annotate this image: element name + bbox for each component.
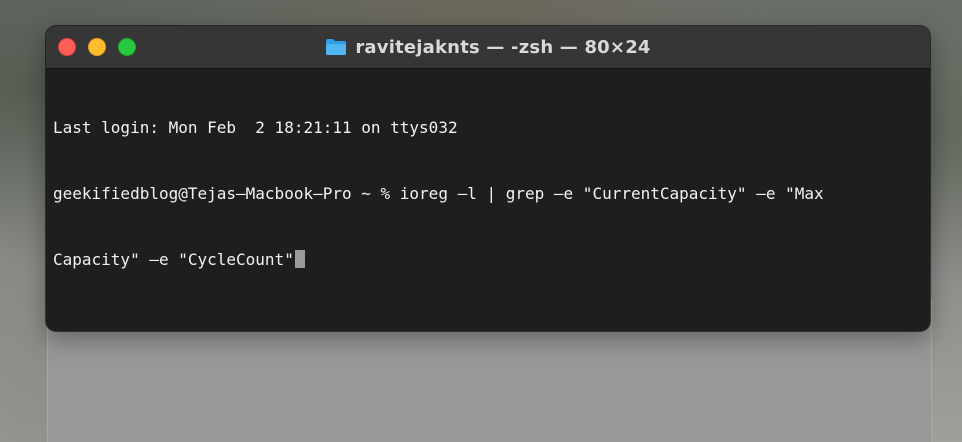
minimize-button[interactable] <box>88 38 106 56</box>
window-title: ravitejaknts — -zsh — 80×24 <box>355 36 651 58</box>
zoom-button[interactable] <box>118 38 136 56</box>
window-title-group: ravitejaknts — -zsh — 80×24 <box>325 37 650 58</box>
terminal-line: Capacity" —e "CycleCount" <box>53 249 930 271</box>
traffic-lights <box>58 38 136 56</box>
terminal-window[interactable]: ravitejaknts — -zsh — 80×24 Last login: … <box>46 26 930 331</box>
terminal-line: geekifiedblog@Tejas—Macbook—Pro ~ % iore… <box>53 184 824 203</box>
folder-icon <box>326 39 347 55</box>
title-bar[interactable]: ravitejaknts — -zsh — 80×24 <box>46 26 930 69</box>
terminal-line: Last login: Mon Feb 2 18:21:11 on ttys03… <box>53 118 458 137</box>
close-button[interactable] <box>58 38 76 56</box>
text-cursor <box>294 250 305 268</box>
terminal-line-text: Capacity" —e "CycleCount" <box>53 250 294 269</box>
terminal-output[interactable]: Last login: Mon Feb 2 18:21:11 on ttys03… <box>46 69 930 315</box>
